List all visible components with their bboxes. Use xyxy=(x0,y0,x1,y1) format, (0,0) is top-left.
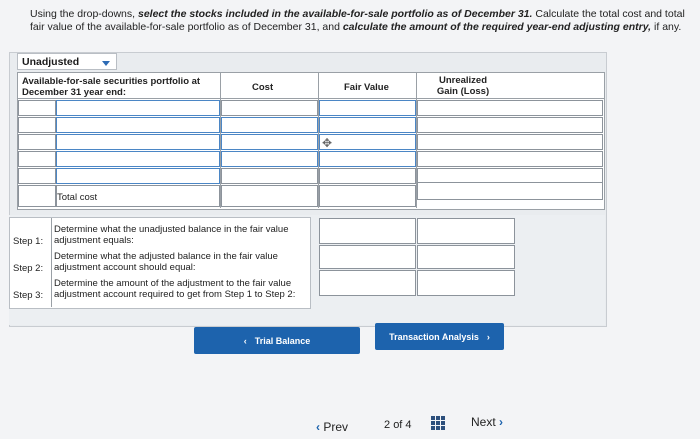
row4-select-cell[interactable] xyxy=(18,151,56,167)
prev-label: Prev xyxy=(323,420,349,434)
portfolio-header: Available-for-sale securities portfolio … xyxy=(22,76,201,98)
instructions-bold2: calculate the amount of the required yea… xyxy=(342,20,652,33)
row3-cost-input[interactable] xyxy=(221,134,318,150)
row5-stock-select[interactable] xyxy=(56,168,220,184)
instructions-bold1: select the stocks included in the availa… xyxy=(137,8,533,20)
grid-icon[interactable] xyxy=(431,416,445,430)
step1-fair-value-input[interactable] xyxy=(319,218,416,244)
step1-label: Step 1: xyxy=(13,236,44,247)
chevron-right-icon: › xyxy=(486,331,490,342)
row3-select-cell[interactable] xyxy=(18,134,56,150)
next-label: Next xyxy=(471,415,496,429)
row4-stock-select[interactable] xyxy=(56,151,220,167)
row3-stock-select[interactable] xyxy=(56,134,220,150)
chevron-down-icon xyxy=(102,61,110,66)
unrealized-header: Unrealized Gain (Loss) xyxy=(436,75,490,97)
row4-fair-value-input[interactable] xyxy=(319,151,416,167)
transaction-analysis-label: Transaction Analysis xyxy=(389,331,479,342)
step1-amount-input[interactable] xyxy=(417,218,515,244)
row3-unrealized-input[interactable] xyxy=(417,134,603,150)
move-cursor-icon: ✥ xyxy=(322,136,333,150)
row4-unrealized-input[interactable] xyxy=(417,151,603,167)
total-cost-input[interactable] xyxy=(221,185,318,207)
prev-button[interactable]: ‹ Prev xyxy=(316,420,348,434)
current-page: 2 xyxy=(384,419,391,431)
total-fair-value-input[interactable] xyxy=(319,185,416,207)
cost-header: Cost xyxy=(252,82,274,93)
row1-select-cell[interactable] xyxy=(18,100,56,116)
chevron-left-icon: ‹ xyxy=(243,335,247,346)
trial-balance-label: Trial Balance xyxy=(254,335,311,346)
step3-fair-value-input[interactable] xyxy=(319,270,416,296)
chevron-left-icon: ‹ xyxy=(316,420,320,434)
dropdown-selected-value: Unadjusted xyxy=(22,56,80,68)
row2-cost-input[interactable] xyxy=(221,117,318,133)
step3-text: Determine the amount of the adjustment t… xyxy=(54,278,296,300)
page-total: of 4 xyxy=(393,419,412,431)
step2-text: Determine what the adjusted balance in t… xyxy=(54,251,278,273)
chevron-right-icon: › xyxy=(499,415,504,429)
row1-stock-select[interactable] xyxy=(56,100,220,116)
step2-amount-input[interactable] xyxy=(417,245,515,269)
row5-select-cell[interactable] xyxy=(18,168,56,184)
row4-cost-input[interactable] xyxy=(221,151,318,167)
row2-stock-select[interactable] xyxy=(56,117,220,133)
row2-select-cell[interactable] xyxy=(18,117,56,133)
table-header-divider xyxy=(17,98,604,99)
row5-cost-input[interactable] xyxy=(221,168,318,184)
row2-unrealized-input[interactable] xyxy=(417,117,603,133)
page-indicator: 2 of 4 xyxy=(384,419,412,431)
row5-fair-value-input[interactable] xyxy=(319,168,416,184)
step2-fair-value-input[interactable] xyxy=(319,245,416,269)
fair-value-header: Fair Value xyxy=(344,82,389,93)
instructions-text: Using the drop-downs, select the stocks … xyxy=(30,8,685,33)
instructions-part3: if any. xyxy=(651,20,682,33)
step3-amount-input[interactable] xyxy=(417,270,515,296)
row1-unrealized-input[interactable] xyxy=(417,100,603,116)
trial-balance-button[interactable]: ‹ Trial Balance xyxy=(194,327,360,354)
next-button[interactable]: Next › xyxy=(471,415,503,429)
row3-fair-value-input[interactable] xyxy=(319,134,416,150)
steps-divider xyxy=(51,218,52,307)
total-row-spacer xyxy=(18,185,56,207)
instructions-part1: Using the drop-downs, xyxy=(30,8,138,20)
row2-fair-value-input[interactable] xyxy=(319,117,416,133)
total-unrealized-input[interactable] xyxy=(417,182,603,200)
row1-fair-value-input[interactable] xyxy=(319,100,416,116)
step1-text: Determine what the unadjusted balance in… xyxy=(54,224,289,246)
step3-label: Step 3: xyxy=(13,290,44,301)
step2-label: Step 2: xyxy=(13,263,44,274)
total-cost-label: Total cost xyxy=(57,192,98,203)
unadjusted-dropdown[interactable]: Unadjusted xyxy=(17,53,117,70)
transaction-analysis-button[interactable]: Transaction Analysis › xyxy=(375,323,504,350)
row1-cost-input[interactable] xyxy=(221,100,318,116)
